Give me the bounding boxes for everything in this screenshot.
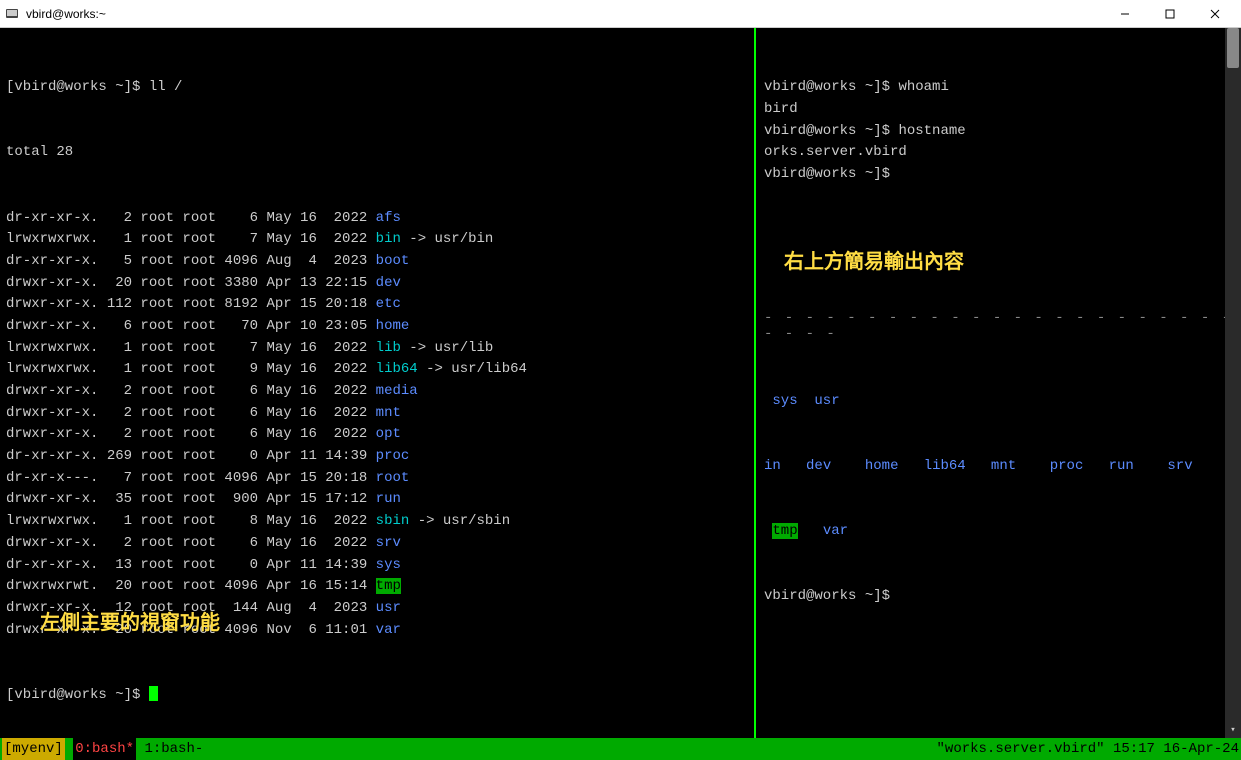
file-row: drwxrwxrwt. 20 root root 4096 Apr 16 15:… xyxy=(6,576,748,598)
right-top-pane[interactable]: vbird@works ~]$ whoamibirdvbird@works ~]… xyxy=(756,28,1241,310)
file-row: drwxr-xr-x. 2 root root 6 May 16 2022 sr… xyxy=(6,533,748,555)
status-env: [myenv] xyxy=(2,738,65,760)
terminal-line: orks.server.vbird xyxy=(764,142,1233,164)
ls-row1: sys usr xyxy=(764,391,1233,413)
file-row: lrwxrwxrwx. 1 root root 7 May 16 2022 li… xyxy=(6,338,748,360)
file-row: dr-xr-xr-x. 5 root root 4096 Aug 4 2023 … xyxy=(6,251,748,273)
status-tab1[interactable]: 1:bash- xyxy=(136,738,203,760)
file-row: lrwxrwxrwx. 1 root root 9 May 16 2022 li… xyxy=(6,359,748,381)
terminal-line: vbird@works ~]$ hostname xyxy=(764,121,1233,143)
terminal-area: [vbird@works ~]$ ll / total 28 dr-xr-xr-… xyxy=(0,28,1241,738)
left-pane[interactable]: [vbird@works ~]$ ll / total 28 dr-xr-xr-… xyxy=(0,28,756,738)
file-row: drwxr-xr-x. 35 root root 900 Apr 15 17:1… xyxy=(6,489,748,511)
file-row: drwxr-xr-x. 6 root root 70 Apr 10 23:05 … xyxy=(6,316,748,338)
status-tab0[interactable]: 0:bash* xyxy=(73,738,136,760)
right-bottom-pane[interactable]: sys usr in dev home lib64 mnt proc run s… xyxy=(756,342,1241,738)
file-row: lrwxrwxrwx. 1 root root 8 May 16 2022 sb… xyxy=(6,511,748,533)
command: ll / xyxy=(149,79,183,95)
status-time: 15:17 xyxy=(1113,738,1155,760)
rt-annotation: 右上方簡易輸出內容 xyxy=(784,247,1241,278)
file-row: drwxr-xr-x. 2 root root 6 May 16 2022 mn… xyxy=(6,403,748,425)
file-row: dr-xr-xr-x. 13 root root 0 Apr 11 14:39 … xyxy=(6,555,748,577)
scroll-down-icon[interactable]: ▾ xyxy=(1225,722,1241,738)
file-row: drwxr-xr-x. 20 root root 3380 Apr 13 22:… xyxy=(6,273,748,295)
file-row: dr-xr-xr-x. 2 root root 6 May 16 2022 af… xyxy=(6,208,748,230)
ls-row2: in dev home lib64 mnt proc run srv xyxy=(764,456,1233,478)
terminal-line: vbird@works ~]$ xyxy=(764,164,1233,186)
terminal-line: vbird@works ~]$ whoami xyxy=(764,77,1233,99)
status-host: "works.server.vbird" xyxy=(937,738,1105,760)
file-row: drwxr-xr-x. 2 root root 6 May 16 2022 me… xyxy=(6,381,748,403)
file-row: dr-xr-x---. 7 root root 4096 Apr 15 20:1… xyxy=(6,468,748,490)
file-row: dr-xr-xr-x. 269 root root 0 Apr 11 14:39… xyxy=(6,446,748,468)
prompt: [vbird@works ~]$ xyxy=(6,79,140,95)
scrollbar-thumb[interactable] xyxy=(1227,28,1239,68)
file-listing: dr-xr-xr-x. 2 root root 6 May 16 2022 af… xyxy=(6,208,748,642)
total-line: total 28 xyxy=(6,142,748,164)
ls-row3: tmp var xyxy=(764,521,1233,543)
horizontal-separator: - - - - - - - - - - - - - - - - - - - - … xyxy=(756,310,1241,342)
file-row: drwxr-xr-x. 2 root root 6 May 16 2022 op… xyxy=(6,424,748,446)
rb-prompt: vbird@works ~]$ xyxy=(764,588,890,604)
close-button[interactable] xyxy=(1192,0,1237,28)
terminal-line: bird xyxy=(764,99,1233,121)
app-icon xyxy=(4,6,20,22)
file-row: drwxr-xr-x. 112 root root 8192 Apr 15 20… xyxy=(6,294,748,316)
maximize-button[interactable] xyxy=(1147,0,1192,28)
prompt2: [vbird@works ~]$ xyxy=(6,687,140,703)
status-date: 16-Apr-24 xyxy=(1163,738,1239,760)
left-annotation: 左側主要的視窗功能 xyxy=(40,608,220,639)
minimize-button[interactable] xyxy=(1102,0,1147,28)
scrollbar[interactable]: ▴ ▾ xyxy=(1225,28,1241,738)
window-titlebar: vbird@works:~ xyxy=(0,0,1241,28)
tmux-statusbar: [myenv] 0:bash* 1:bash- "works.server.vb… xyxy=(0,738,1241,760)
cursor xyxy=(149,686,158,701)
right-panes: vbird@works ~]$ whoamibirdvbird@works ~]… xyxy=(756,28,1241,738)
file-row: lrwxrwxrwx. 1 root root 7 May 16 2022 bi… xyxy=(6,229,748,251)
window-title: vbird@works:~ xyxy=(26,7,1102,21)
